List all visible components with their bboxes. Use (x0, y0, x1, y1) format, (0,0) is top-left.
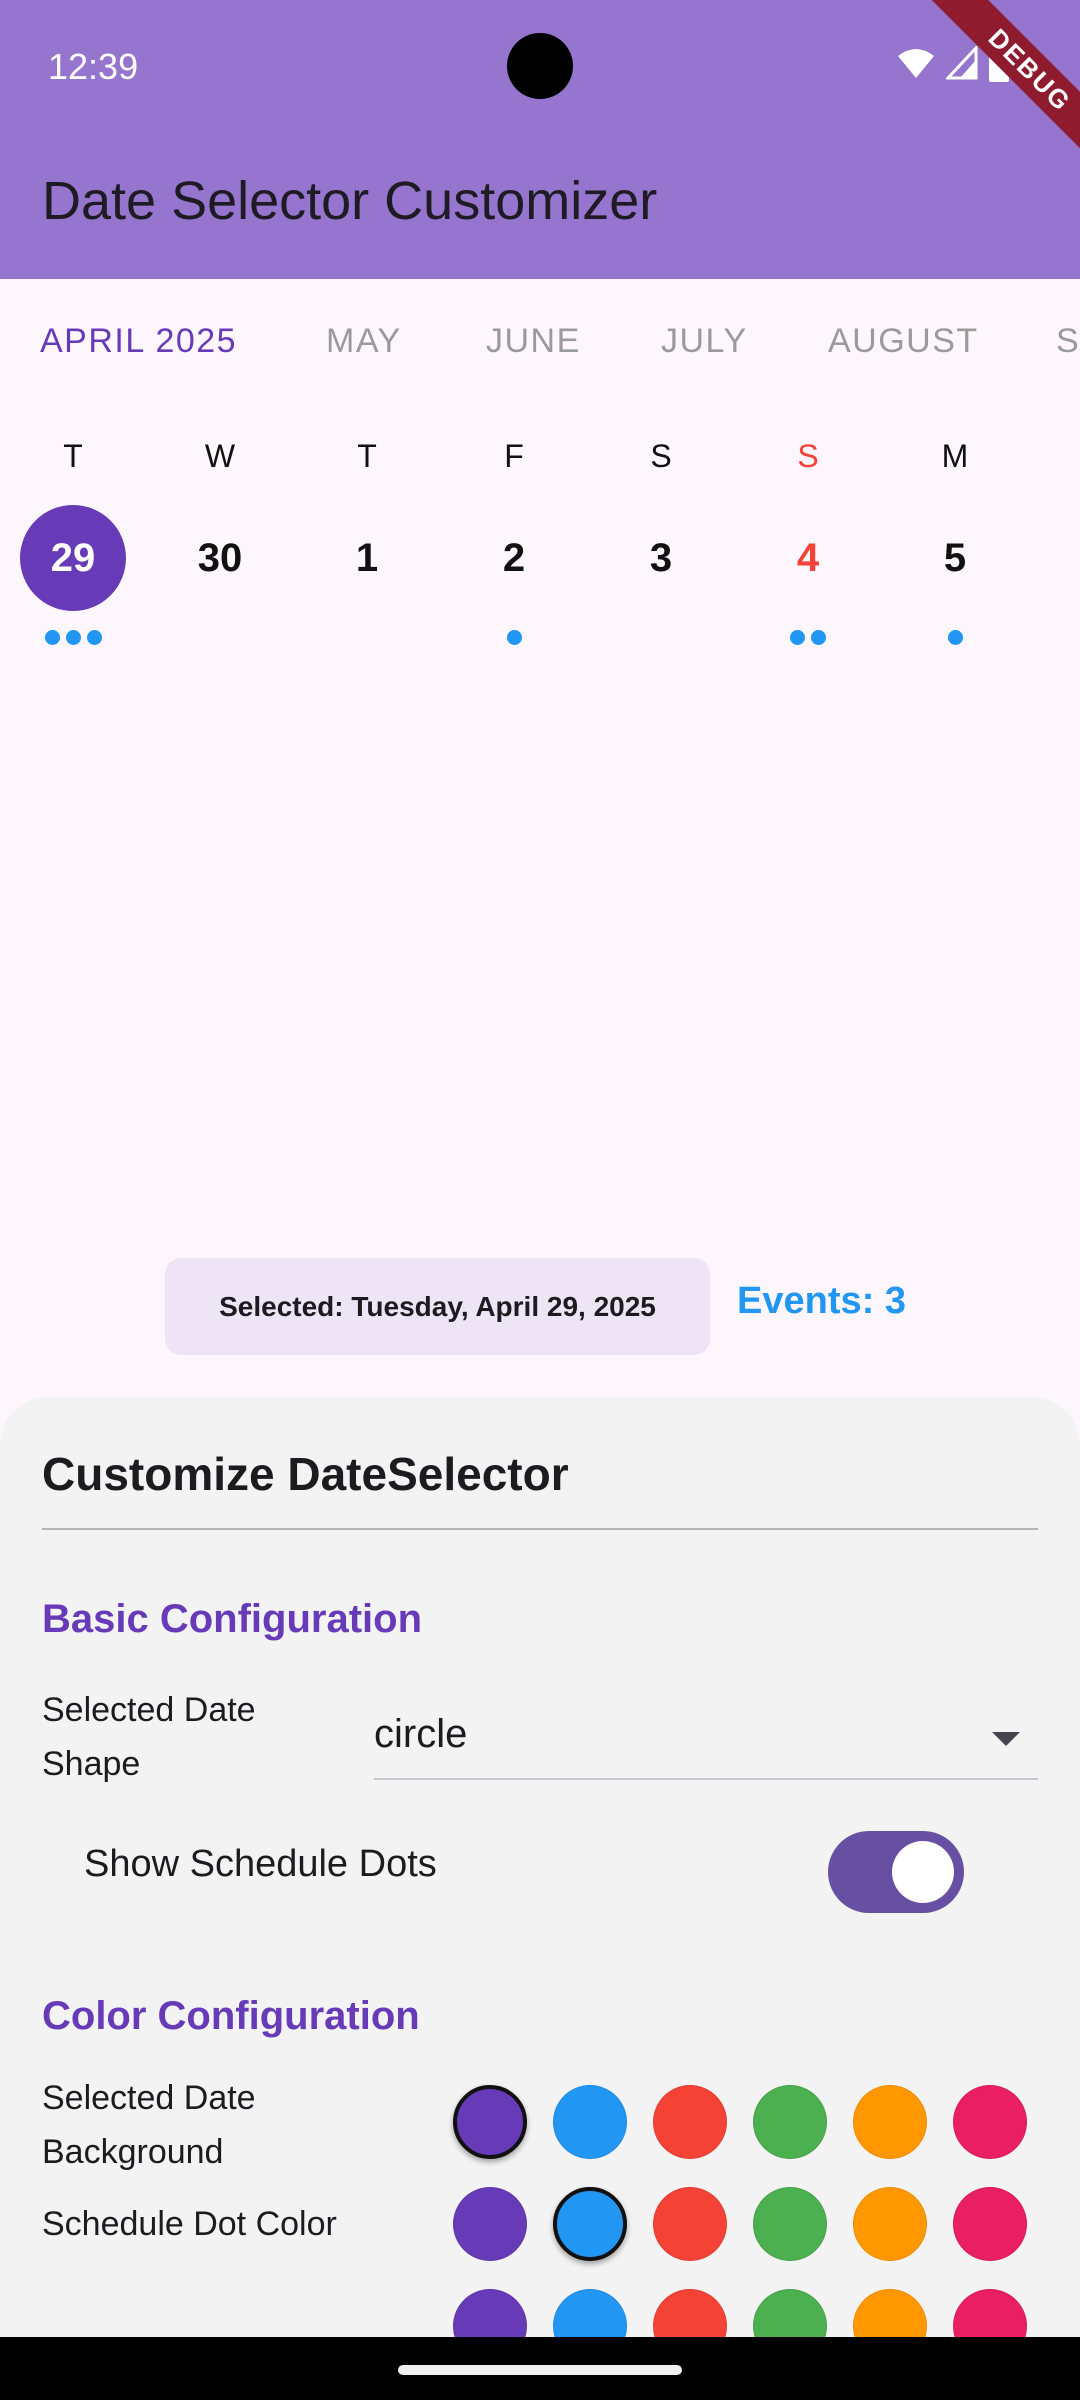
schedule-dot (811, 630, 826, 645)
extra-color-swatches (453, 2289, 1027, 2337)
date-cell[interactable]: 30 (167, 505, 273, 611)
camera-cutout (507, 33, 573, 99)
shape-label: Selected Date Shape (42, 1683, 256, 1791)
month-tab-april[interactable]: APRIL 2025 (40, 322, 237, 361)
dot-color-swatch[interactable] (453, 2187, 527, 2261)
page-title: Date Selector Customizer (42, 171, 658, 231)
weekday-label: F (504, 438, 524, 474)
schedule-dot (86, 630, 102, 645)
divider (42, 1528, 1038, 1530)
dot-color-label: Schedule Dot Color (42, 2205, 337, 2243)
debug-banner: DEBUG (900, 0, 1080, 180)
schedule-dot (947, 630, 963, 645)
extra-color-swatch[interactable] (953, 2289, 1027, 2337)
weekday-label: S (797, 438, 819, 474)
month-selector: APRIL 2025 MAY JUNE JULY AUGUST S (0, 322, 1080, 382)
selected-bg-swatches (453, 2085, 1027, 2159)
schedule-dot (506, 630, 522, 645)
dropdown-arrow-icon (992, 1732, 1020, 1746)
extra-color-swatch[interactable] (753, 2289, 827, 2337)
date-cell[interactable]: 1 (314, 505, 420, 611)
weekday-label: S (650, 438, 672, 474)
shape-label-line-2: Shape (42, 1745, 141, 1783)
extra-color-swatch[interactable] (853, 2289, 927, 2337)
sheet-title: Customize DateSelector (42, 1448, 569, 1500)
date-cell[interactable]: 4 (755, 505, 861, 611)
customize-sheet: Customize DateSelector Basic Configurati… (0, 1397, 1080, 2337)
dot-color-swatch[interactable] (853, 2187, 927, 2261)
shape-dropdown-value: circle (374, 1712, 468, 1756)
events-count: Events: 3 (737, 1280, 906, 1322)
date-cell[interactable]: 5 (902, 505, 1008, 611)
date-cell-selected[interactable]: 29 (20, 505, 126, 611)
weekday-label: W (204, 438, 236, 474)
selected-bg-label-line-2: Background (42, 2133, 224, 2171)
month-tab-may[interactable]: MAY (326, 322, 402, 361)
section-color-configuration: Color Configuration (42, 1994, 420, 2038)
schedule-dot (44, 630, 60, 645)
schedule-dots-toggle[interactable] (828, 1831, 964, 1913)
schedule-dot-group (23, 630, 123, 646)
weekday-label: T (63, 438, 83, 474)
weekday-label: T (357, 438, 377, 474)
selected-bg-color-swatch[interactable] (853, 2085, 927, 2159)
selected-bg-color-swatch[interactable] (453, 2085, 527, 2159)
home-gesture-handle[interactable] (398, 2365, 682, 2375)
dot-color-swatches (453, 2187, 1027, 2261)
dot-color-swatch[interactable] (953, 2187, 1027, 2261)
dot-color-swatch[interactable] (553, 2187, 627, 2261)
schedule-dot-group (905, 630, 1005, 646)
month-tab-september[interactable]: S (1056, 322, 1080, 361)
app-bar: 12:39 DEBUG Date Selector Customizer (0, 0, 1080, 279)
schedule-dot (790, 630, 805, 645)
extra-color-swatch[interactable] (653, 2289, 727, 2337)
system-nav-bar (0, 2337, 1080, 2400)
weekday-label: M (941, 438, 969, 474)
dot-color-swatch[interactable] (653, 2187, 727, 2261)
selected-bg-color-swatch[interactable] (653, 2085, 727, 2159)
month-tab-july[interactable]: JULY (661, 322, 748, 361)
selected-bg-label: Selected Date Background (42, 2071, 256, 2179)
shape-label-line-1: Selected Date (42, 1691, 256, 1729)
selected-bg-color-swatch[interactable] (753, 2085, 827, 2159)
selected-bg-label-line-1: Selected Date (42, 2079, 256, 2117)
month-tab-august[interactable]: AUGUST (828, 322, 979, 361)
selected-date-chip: Selected: Tuesday, April 29, 2025 (165, 1258, 710, 1355)
toggle-knob (892, 1841, 954, 1903)
extra-color-swatch[interactable] (553, 2289, 627, 2337)
schedule-dot-group (758, 630, 858, 646)
schedule-dot-group (464, 630, 564, 646)
section-basic-configuration: Basic Configuration (42, 1597, 423, 1641)
dot-color-swatch[interactable] (753, 2187, 827, 2261)
date-cell[interactable]: 2 (461, 505, 567, 611)
selected-bg-color-swatch[interactable] (553, 2085, 627, 2159)
selected-bg-color-swatch[interactable] (953, 2085, 1027, 2159)
schedule-dot (65, 630, 81, 645)
month-tab-june[interactable]: JUNE (486, 322, 581, 361)
schedule-dots-label: Show Schedule Dots (84, 1843, 437, 1885)
extra-color-swatch[interactable] (453, 2289, 527, 2337)
shape-dropdown[interactable]: circle (374, 1704, 1038, 1780)
date-cell[interactable]: 3 (608, 505, 714, 611)
status-time: 12:39 (48, 46, 139, 87)
debug-ribbon: DEBUG (909, 0, 1080, 180)
